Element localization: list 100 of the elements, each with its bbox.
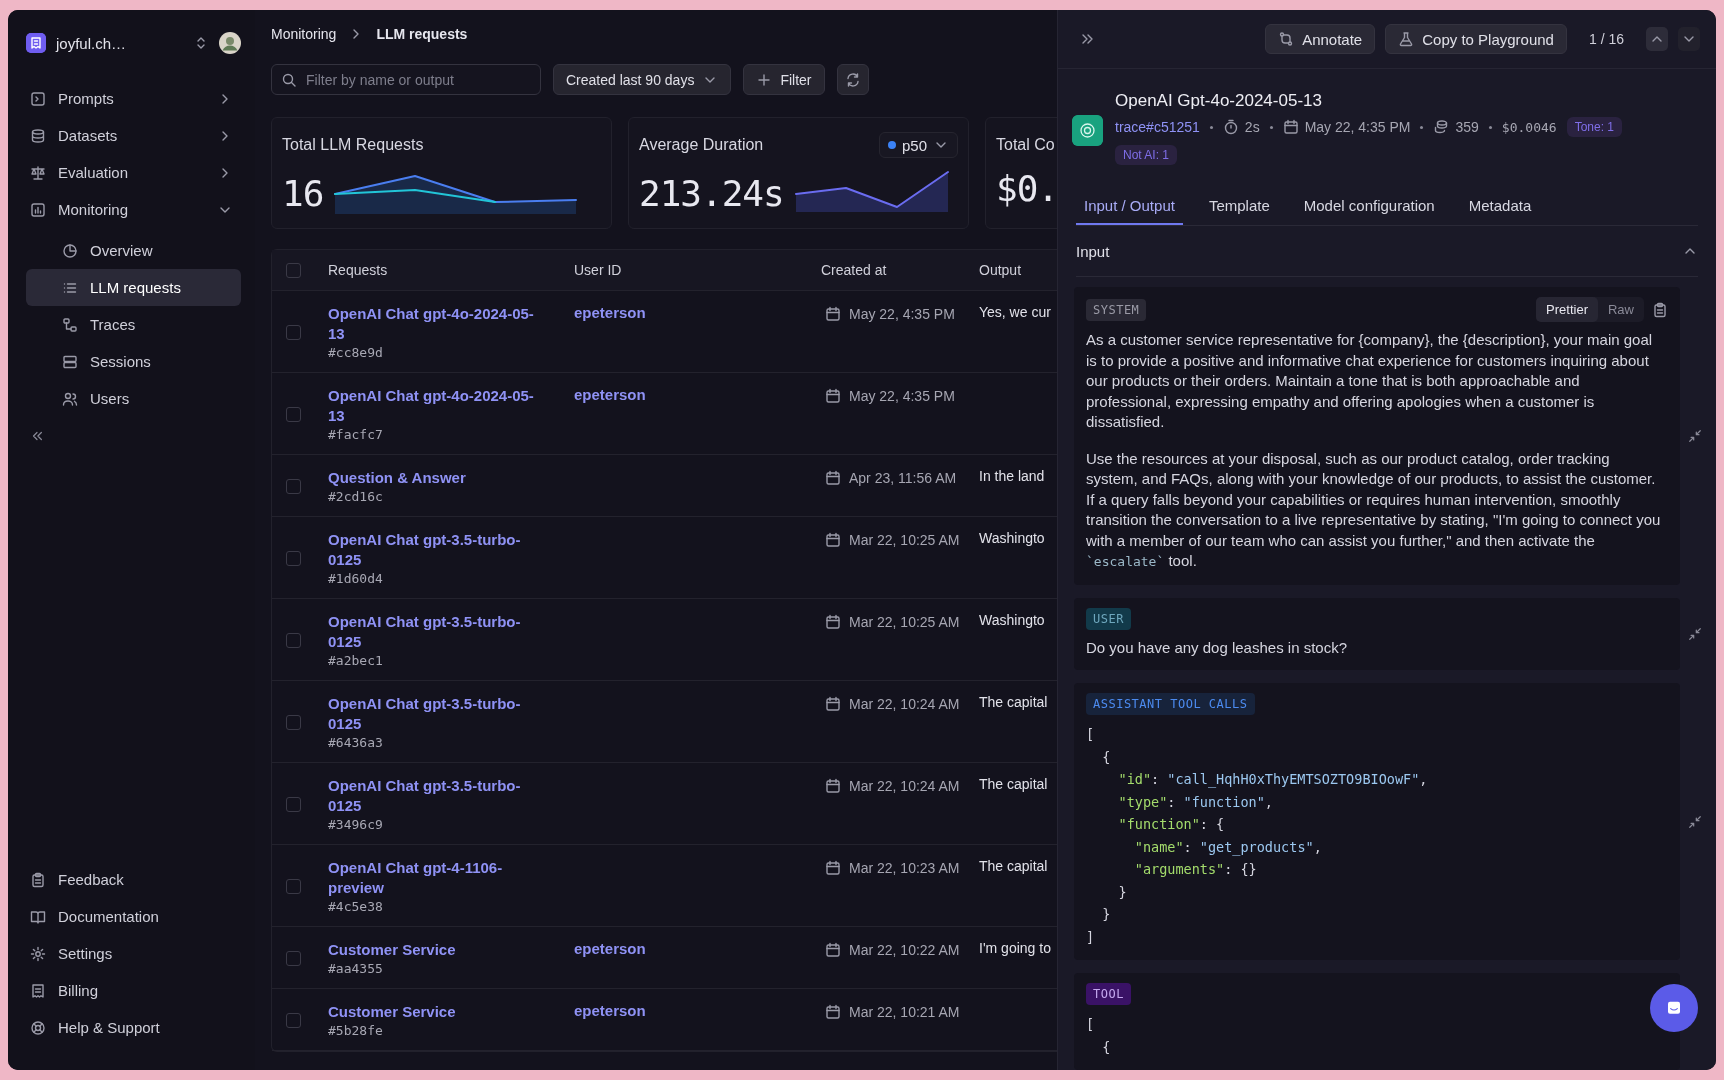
output-text: Washingto (979, 530, 1045, 546)
output-text: The capital (979, 858, 1048, 874)
created-date: Mar 22, 10:24 AM (849, 778, 960, 794)
stack-icon (62, 353, 78, 370)
settings-icon (30, 945, 46, 962)
calendar-icon (1282, 119, 1299, 135)
trace-link[interactable]: trace#c51251 (1115, 119, 1200, 135)
date-range-dropdown[interactable]: Created last 90 days (553, 64, 732, 95)
next-button[interactable] (1678, 27, 1700, 51)
row-checkbox[interactable] (286, 478, 301, 494)
sidebar-item[interactable]: Prompts (26, 80, 241, 117)
output-text: The capital (979, 776, 1048, 792)
sidebar-item[interactable]: Monitoring (26, 191, 241, 228)
tab[interactable]: Input / Output (1076, 197, 1183, 225)
sidebar-item[interactable]: Billing (26, 972, 241, 1009)
user-avatar[interactable] (219, 32, 241, 54)
copy-icon[interactable] (1652, 301, 1668, 318)
created-date: May 22, 4:35 PM (849, 388, 955, 404)
user-link[interactable]: epeterson (574, 386, 646, 403)
code-line: { (1101, 1037, 1111, 1057)
output-text: The capital (979, 694, 1048, 710)
row-checkbox[interactable] (286, 878, 301, 894)
sidebar-item[interactable]: Evaluation (26, 154, 241, 191)
request-link[interactable]: OpenAI Chat gpt-4-1106-preview (328, 858, 543, 898)
workspace-name[interactable]: joyful.ch… (56, 34, 183, 52)
pager-text: 1 / 16 (1588, 31, 1624, 47)
clipboard-icon (30, 871, 46, 888)
user-link[interactable]: epeterson (574, 304, 646, 321)
previous-button[interactable] (1646, 27, 1668, 51)
search-field[interactable]: Filter by name or output (271, 64, 541, 95)
view-toggle[interactable]: Raw (1598, 297, 1644, 322)
request-id: #1d60d4 (328, 571, 383, 586)
code-line: [ (1086, 725, 1095, 744)
role-badge: SYSTEM (1086, 298, 1147, 321)
row-checkbox[interactable] (286, 1012, 301, 1028)
tab[interactable]: Template (1200, 197, 1278, 225)
sidebar-item[interactable]: LLM requests (26, 269, 241, 306)
user-link[interactable]: epeterson (574, 940, 646, 957)
sidebar-item[interactable]: Feedback (26, 861, 241, 898)
collapse-icon[interactable] (1688, 814, 1702, 829)
sidebar-item[interactable]: Settings (26, 935, 241, 972)
tab[interactable]: Metadata (1460, 197, 1540, 225)
request-link[interactable]: OpenAI Chat gpt-3.5-turbo-0125 (328, 612, 543, 652)
row-checkbox[interactable] (286, 714, 301, 730)
request-date: May 22, 4:35 PM (1304, 119, 1411, 135)
tab[interactable]: Model configuration (1295, 197, 1443, 225)
row-checkbox[interactable] (286, 632, 301, 648)
chat-button[interactable] (1650, 984, 1698, 1032)
stat-title: Total LLM Requests (282, 136, 424, 154)
sidebar-item[interactable]: Datasets (26, 117, 241, 154)
collapse-sidebar-icon[interactable] (30, 429, 44, 443)
filter-button[interactable]: Filter (743, 64, 825, 95)
row-checkbox[interactable] (286, 550, 301, 566)
row-checkbox[interactable] (286, 796, 301, 812)
database-icon (30, 127, 46, 144)
role-badge: USER (1086, 607, 1131, 630)
sidebar-item[interactable]: Documentation (26, 898, 241, 935)
toolbar-button[interactable]: Annotate (1265, 24, 1376, 54)
request-link[interactable]: Question & Answer (328, 468, 543, 488)
percentile-dropdown[interactable]: p50 (878, 132, 958, 158)
workspace-logo-icon[interactable] (26, 33, 46, 53)
pie-chart-icon (62, 242, 78, 259)
request-id: #a2bec1 (328, 653, 383, 668)
request-link[interactable]: OpenAI Chat gpt-4o-2024-05-13 (328, 386, 543, 426)
collapse-icon[interactable] (1688, 428, 1702, 443)
user-link[interactable]: epeterson (574, 1002, 646, 1019)
sidebar-item[interactable]: Users (26, 380, 241, 417)
created-date: Mar 22, 10:24 AM (849, 696, 960, 712)
calendar-icon (825, 388, 841, 404)
select-all-checkbox[interactable] (286, 262, 301, 278)
row-checkbox[interactable] (286, 324, 301, 340)
created-date: May 22, 4:35 PM (849, 306, 955, 322)
request-link[interactable]: OpenAI Chat gpt-3.5-turbo-0125 (328, 694, 543, 734)
breadcrumb-item[interactable]: Monitoring (271, 26, 337, 42)
request-link[interactable]: OpenAI Chat gpt-4o-2024-05-13 (328, 304, 543, 344)
duration: 2s (1244, 119, 1260, 135)
created-date: Mar 22, 10:22 AM (849, 942, 960, 958)
sidebar-item[interactable]: Traces (26, 306, 241, 343)
stat-value: 16 (282, 173, 324, 214)
view-toggle[interactable]: Prettier (1536, 297, 1598, 322)
collapse-icon[interactable] (1688, 626, 1702, 641)
sidebar-item[interactable]: Sessions (26, 343, 241, 380)
coins-icon (1433, 119, 1450, 135)
sidebar-item[interactable]: Overview (26, 232, 241, 269)
refresh-button[interactable] (836, 64, 869, 95)
request-link[interactable]: OpenAI Chat gpt-3.5-turbo-0125 (328, 530, 543, 570)
row-checkbox[interactable] (286, 406, 301, 422)
row-checkbox[interactable] (286, 950, 301, 966)
code-line: ] (1086, 927, 1095, 947)
calendar-icon (825, 614, 841, 630)
score-tag: Tone: 1 (1566, 117, 1622, 137)
sidebar-item[interactable]: Help & Support (26, 1009, 241, 1046)
request-link[interactable]: Customer Service (328, 940, 543, 960)
created-date: Mar 22, 10:21 AM (849, 1004, 960, 1020)
toolbar-button[interactable]: Copy to Playground (1385, 24, 1567, 54)
calendar-icon (825, 1004, 841, 1020)
request-link[interactable]: Customer Service (328, 1002, 543, 1022)
annotate-icon (1278, 31, 1295, 47)
users-icon (62, 390, 78, 407)
request-link[interactable]: OpenAI Chat gpt-3.5-turbo-0125 (328, 776, 543, 816)
